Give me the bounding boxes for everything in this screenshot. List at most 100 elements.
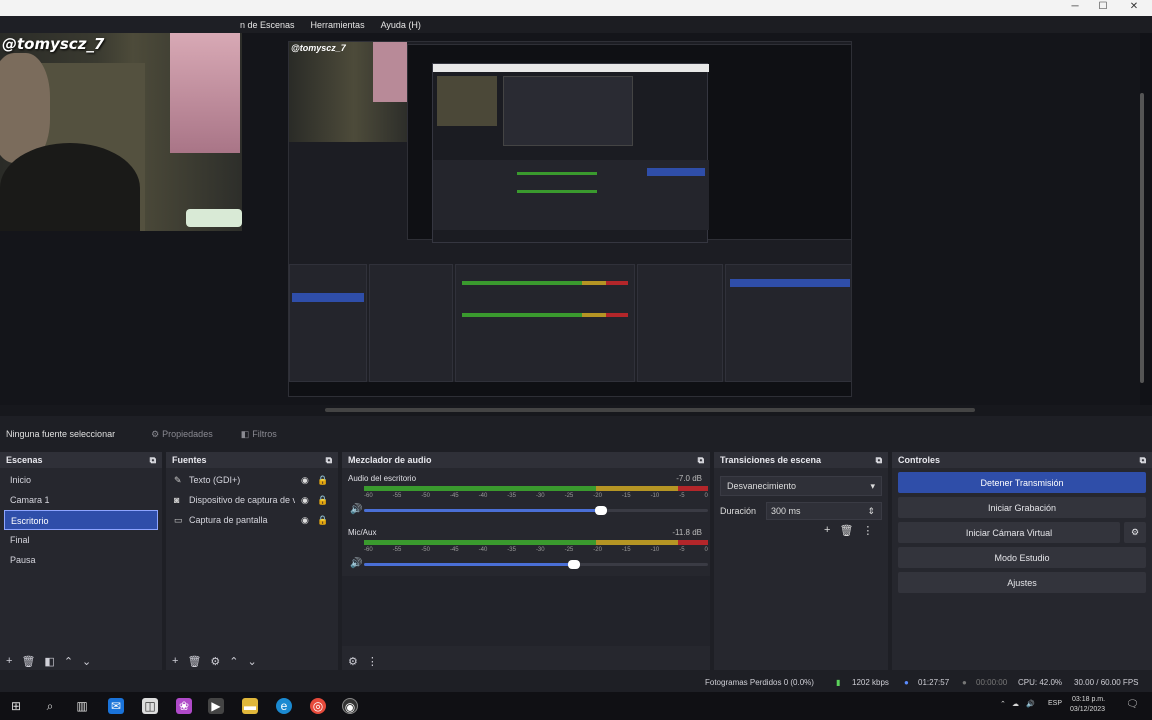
studio-mode-button[interactable]: Modo Estudio <box>898 547 1146 568</box>
nested-obs-window <box>432 63 709 243</box>
controls-header: Controles ⧉ <box>892 452 1152 468</box>
scene-item-escritorio[interactable]: Escritorio <box>4 510 158 530</box>
photos-icon[interactable]: ❀ <box>176 698 192 714</box>
obs-icon[interactable]: ◉ <box>342 698 358 714</box>
duration-input[interactable]: 300 ms ⇕ <box>766 502 882 520</box>
dock-undock-icon[interactable]: ⧉ <box>698 455 704 466</box>
source-item-capture-device[interactable]: ◙ Dispositivo de captura de v ◉ 🔒 <box>166 490 338 510</box>
meter-tick: -60 <box>364 493 373 499</box>
transition-select[interactable]: Desvanecimiento ▾ <box>720 476 882 496</box>
filters-label: Filtros <box>252 429 277 439</box>
transitions-header: Transiciones de escena ⧉ <box>714 452 888 468</box>
lock-icon[interactable]: 🔒 <box>317 515 328 526</box>
menu-tools[interactable]: Herramientas <box>311 20 365 30</box>
gear-icon[interactable]: ⚙ <box>210 655 220 668</box>
mixer-channel-mic: Mic/Aux -11.8 dB -60 -55 -50 -45 -40 -35 -30 -2… <box>342 522 710 576</box>
channel-name: Audio del escritorio <box>348 474 417 483</box>
menu-scene-collection[interactable]: n de Escenas <box>240 20 295 30</box>
add-icon[interactable]: + <box>172 655 178 667</box>
volume-meter <box>364 486 708 491</box>
windows-start-icon[interactable]: ⊞ <box>8 698 24 714</box>
mail-icon[interactable]: ✉ <box>108 698 124 714</box>
stop-streaming-button[interactable]: Detener Transmisión <box>898 472 1146 493</box>
dock-undock-icon[interactable]: ⧉ <box>326 455 332 466</box>
move-up-icon[interactable]: ⌃ <box>229 655 238 668</box>
eye-icon[interactable]: ◉ <box>301 475 313 486</box>
transition-selected: Desvanecimiento <box>727 481 797 491</box>
menu-help[interactable]: Ayuda (H) <box>381 20 421 30</box>
more-options-icon[interactable]: ⋮ <box>367 655 378 668</box>
minimize-button[interactable]: ─ <box>1060 1 1090 12</box>
media-player-icon[interactable]: ▶ <box>208 698 224 714</box>
windows-taskbar: ⊞ ⌕ ▥ ✉ ◫ ❀ ▶ ▬ e ◎ ◉ ⌃ ☁ 🔊 ESP 03:18 p.… <box>0 692 1152 720</box>
mixer-footer: ⚙ ⋮ <box>342 652 710 670</box>
store-icon[interactable]: ◫ <box>142 698 158 714</box>
maximize-button[interactable]: ☐ <box>1088 1 1118 12</box>
filter-icon[interactable]: ◧ <box>44 655 54 668</box>
stepper-icon[interactable]: ⇕ <box>867 506 875 517</box>
clock-date[interactable]: 03/12/2023 <box>1070 706 1105 713</box>
source-item-text[interactable]: ✎ Texto (GDI+) ◉ 🔒 <box>166 470 338 490</box>
preview-vertical-scrollbar[interactable] <box>1140 93 1144 383</box>
mixer-settings-icon[interactable]: ⚙ <box>348 655 358 668</box>
lock-icon[interactable]: 🔒 <box>317 495 328 506</box>
source-label: Captura de pantalla <box>189 515 268 525</box>
move-down-icon[interactable]: ⌄ <box>248 655 257 668</box>
speaker-icon[interactable]: 🔊 <box>350 504 362 515</box>
network-icon[interactable]: ☁ <box>1012 700 1019 708</box>
volume-knob[interactable] <box>595 506 608 515</box>
search-icon[interactable]: ⌕ <box>42 698 58 714</box>
move-up-icon[interactable]: ⌃ <box>64 655 73 668</box>
volume-icon[interactable]: 🔊 <box>1026 700 1035 708</box>
meter-tick: 0 <box>704 547 708 553</box>
fps: 30.00 / 60.00 FPS <box>1074 678 1139 687</box>
volume-knob[interactable] <box>567 560 580 569</box>
volume-meter <box>364 540 708 545</box>
task-view-icon[interactable]: ▥ <box>74 698 90 714</box>
scene-item-inicio[interactable]: Inicio <box>4 470 158 490</box>
tray-chevron-icon[interactable]: ⌃ <box>1000 700 1006 708</box>
chrome-icon[interactable]: ◎ <box>310 698 326 714</box>
more-options-icon[interactable]: ⋮ <box>862 524 873 537</box>
meter-ticks: -60 -55 -50 -45 -40 -35 -30 -25 -20 -15 -10 -5 0 <box>364 493 708 501</box>
close-button[interactable]: ✕ <box>1119 1 1149 12</box>
properties-button[interactable]: ⚙ Propiedades <box>151 429 213 440</box>
preview-horizontal-scrollbar[interactable] <box>325 408 975 412</box>
add-icon[interactable]: + <box>6 655 12 667</box>
volume-slider[interactable] <box>364 560 708 569</box>
language-indicator[interactable]: ESP <box>1048 700 1062 707</box>
scene-item-camara-1[interactable]: Camara 1 <box>4 490 158 510</box>
dock-undock-icon[interactable]: ⧉ <box>1140 455 1146 466</box>
monitor-icon: ▭ <box>174 514 183 525</box>
scene-item-final[interactable]: Final <box>4 530 158 550</box>
nested-preview <box>407 44 851 243</box>
trash-icon[interactable]: 🗑 <box>21 655 35 668</box>
preview-canvas[interactable]: @tomyscz_7 @tomyscz_7 <box>0 33 1152 405</box>
eye-icon[interactable]: ◉ <box>301 515 313 526</box>
edge-icon[interactable]: e <box>276 698 292 714</box>
settings-button[interactable]: Ajustes <box>898 572 1146 593</box>
eye-icon[interactable]: ◉ <box>301 495 313 506</box>
notifications-icon[interactable]: 🗨 <box>1126 699 1139 710</box>
dock-undock-icon[interactable]: ⧉ <box>150 455 156 466</box>
add-icon[interactable]: + <box>824 524 830 537</box>
trash-icon[interactable]: 🗑 <box>187 655 201 668</box>
lock-icon[interactable]: 🔒 <box>317 475 328 486</box>
speaker-icon[interactable]: 🔊 <box>350 558 362 569</box>
mixer-header: Mezclador de audio ⧉ <box>342 452 710 468</box>
scene-item-pausa[interactable]: Pausa <box>4 550 158 570</box>
file-explorer-icon[interactable]: ▬ <box>242 698 258 714</box>
source-toolbar: Ninguna fuente seleccionar ⚙ Propiedades… <box>0 422 1152 446</box>
controls-dock: Controles ⧉ Detener Transmisión Iniciar … <box>892 452 1152 670</box>
source-item-screen-capture[interactable]: ▭ Captura de pantalla ◉ 🔒 <box>166 510 338 530</box>
filters-button[interactable]: ◧ Filtros <box>241 429 277 440</box>
dock-undock-icon[interactable]: ⧉ <box>876 455 882 466</box>
clock-time[interactable]: 03:18 p.m. <box>1072 696 1105 703</box>
start-virtual-camera-button[interactable]: Iniciar Cámara Virtual <box>898 522 1120 543</box>
move-down-icon[interactable]: ⌄ <box>82 655 91 668</box>
start-recording-button[interactable]: Iniciar Grabación <box>898 497 1146 518</box>
trash-icon[interactable]: 🗑 <box>839 524 853 537</box>
sources-footer: + 🗑 ⚙ ⌃ ⌄ <box>166 652 338 670</box>
volume-slider[interactable] <box>364 506 708 515</box>
virtual-camera-settings-gear-icon[interactable]: ⚙ <box>1124 522 1146 543</box>
